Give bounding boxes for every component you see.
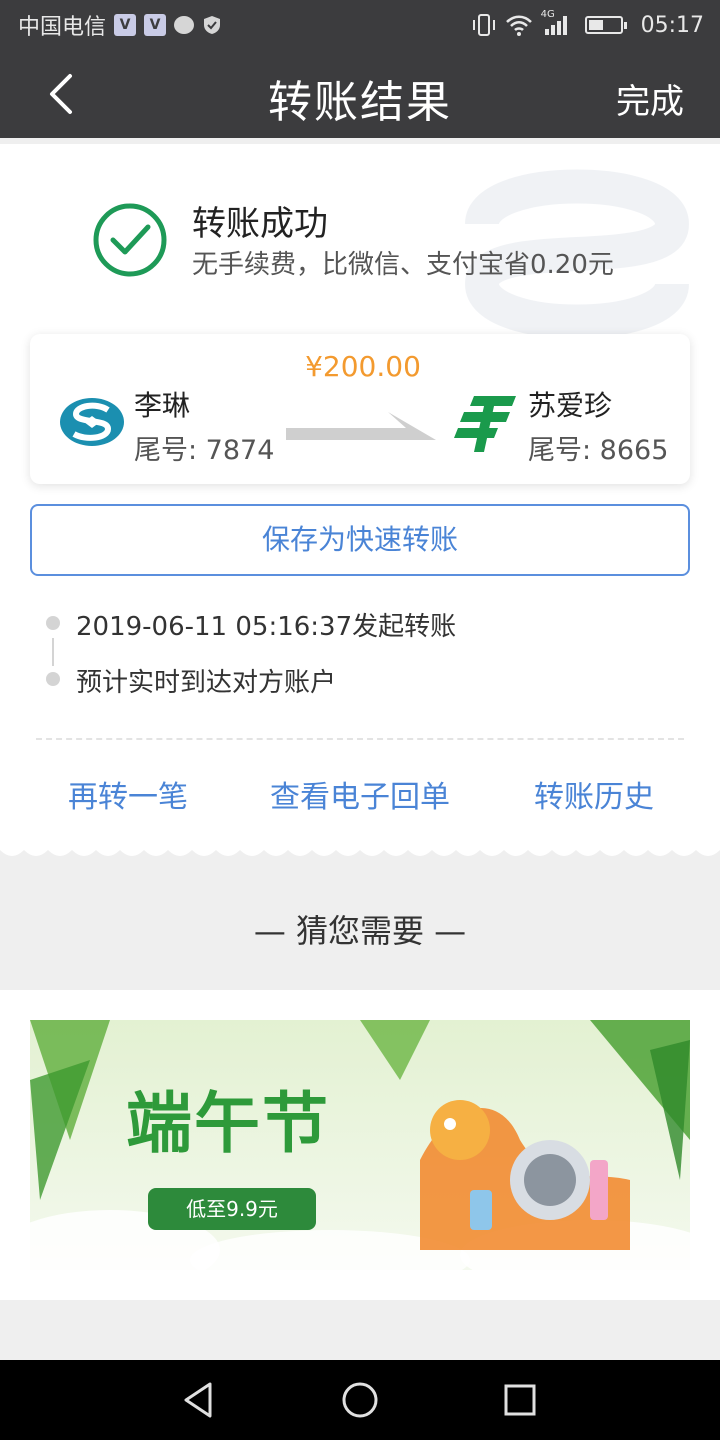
signal-label: 4G	[540, 9, 555, 20]
recipient-account-tail: 尾号: 8665	[528, 435, 669, 466]
timeline-item-initiated: 2019-06-11 05:16:37发起转账	[76, 612, 457, 642]
transfer-summary-card: ¥200.00 李琳 尾号: 7874 苏爱珍 尾号: 8665	[30, 334, 690, 484]
banner-headline: 端午节	[126, 1084, 330, 1162]
4g-signal-icon: 4G	[541, 9, 571, 37]
transfer-amount: ¥200.00	[305, 350, 421, 383]
nav-back-icon[interactable]	[180, 1380, 220, 1420]
timeline-item-arrival: 预计实时到达对方账户	[76, 668, 337, 698]
carrier-name: 中国电信	[18, 15, 107, 40]
clock: 05:17	[640, 12, 704, 38]
divider	[36, 738, 684, 740]
save-quick-transfer-button[interactable]: 保存为快速转账	[30, 504, 690, 576]
timeline-dot	[46, 616, 60, 630]
done-button[interactable]: 完成	[616, 74, 684, 123]
success-check-icon	[93, 203, 167, 277]
sender-account-tail: 尾号: 7874	[134, 435, 275, 466]
transfer-arrow-icon	[286, 412, 436, 440]
page-title: 转账结果	[268, 77, 452, 128]
nav-bar: 转账结果 完成	[0, 50, 720, 138]
banner-promo-badge: 低至9.9元	[148, 1188, 316, 1230]
sender-name: 李琳	[134, 389, 191, 422]
vibrate-icon	[472, 14, 495, 36]
status-bar: 中国电信 V V 4G 05:17	[0, 0, 720, 50]
vpn-icon: V	[114, 14, 137, 36]
transfer-history-link[interactable]: 转账历史	[534, 772, 654, 816]
status-bar-right: 4G 05:17	[471, 9, 704, 38]
nav-home-icon[interactable]	[340, 1380, 380, 1420]
chat-icon	[174, 16, 195, 34]
transfer-again-link[interactable]: 再转一笔	[68, 772, 188, 816]
timeline-connector	[52, 638, 54, 666]
result-subtitle: 无手续费，比微信、支付宝省0.20元	[192, 250, 614, 280]
battery-icon	[584, 16, 627, 34]
result-panel: 转账成功 无手续费，比微信、支付宝省0.20元 ¥200.00 李琳 尾号: 7…	[0, 144, 720, 850]
action-links: 再转一笔 查看电子回单 转账历史	[0, 772, 720, 826]
dragon-boat-festival-banner[interactable]: 端午节 低至9.9元	[30, 1020, 690, 1270]
scalloped-edge	[0, 842, 720, 856]
recommend-section-title: — 猜您需要 —	[253, 912, 467, 950]
shield-icon	[204, 16, 221, 34]
transfer-timeline: 2019-06-11 05:16:37发起转账 预计实时到达对方账户	[44, 604, 664, 714]
result-title: 转账成功	[192, 204, 328, 244]
view-receipt-link[interactable]: 查看电子回单	[270, 772, 450, 816]
recipient-name: 苏爱珍	[528, 389, 613, 422]
postal-bank-icon	[454, 396, 516, 452]
recommend-banner-section: 端午节 低至9.9元	[0, 990, 720, 1300]
wifi-icon	[505, 15, 532, 36]
nav-recent-apps-icon[interactable]	[500, 1380, 540, 1420]
cmb-bank-icon	[60, 398, 124, 446]
system-nav-bar	[0, 1360, 720, 1440]
vpn-icon: V	[144, 14, 167, 36]
status-bar-left: 中国电信 V V	[18, 9, 222, 41]
timeline-dot	[46, 672, 60, 686]
